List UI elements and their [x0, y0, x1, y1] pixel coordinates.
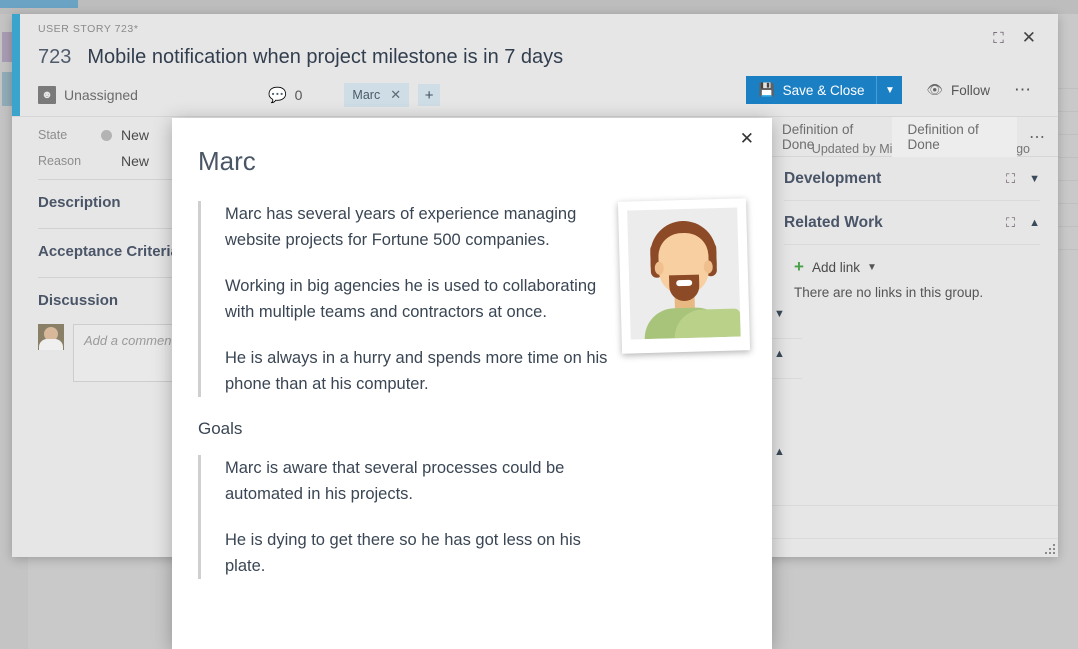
expand-icon[interactable]: ⛶ [1006, 171, 1015, 187]
background-topbar [0, 0, 1078, 14]
save-icon: 💾 [758, 82, 774, 98]
maximize-icon[interactable]: ⛶ [993, 30, 1004, 47]
group-related-work-header[interactable]: Related Work ⛶ ▲ [784, 201, 1040, 245]
save-and-close-button[interactable]: 💾 Save & Close [746, 76, 876, 104]
tab-definition-of-done-1[interactable]: Definition of Done [766, 117, 892, 157]
field-reason-label: Reason [38, 154, 101, 168]
work-item-actions: 💾 Save & Close ▼ 👁 Follow ⋯ [746, 76, 1032, 104]
collapsed-group-row[interactable] [766, 505, 1058, 539]
chevron-up-icon[interactable]: ▲ [774, 348, 785, 360]
related-work-empty-text: There are no links in this group. [794, 285, 1040, 300]
save-and-close-label: Save & Close [783, 83, 865, 98]
work-item-title[interactable]: Mobile notification when project milesto… [87, 46, 563, 69]
close-icon[interactable]: ✕ [390, 87, 401, 103]
chevron-down-icon[interactable]: ▼ [1029, 173, 1040, 185]
persona-modal: ✕ Marc Marc has several years of experie… [172, 118, 772, 649]
persona-bio-quote: Marc has several years of experience man… [198, 201, 746, 397]
plus-icon: + [794, 257, 804, 277]
chevron-up-icon[interactable]: ▲ [1029, 217, 1040, 229]
work-item-header: USER STORY 723* 723 Mobile notification … [12, 14, 1058, 116]
background-topbar-accent [0, 0, 78, 8]
tab-strip: Definition of Done Definition of Done ⋯ [766, 117, 1058, 157]
work-item-type-label: USER STORY 723* [38, 23, 1058, 35]
work-item-window-buttons: ⛶ ✕ [975, 28, 1036, 48]
add-link-label: Add link [812, 260, 860, 275]
follow-button[interactable]: 👁 Follow [926, 82, 990, 98]
persona-paragraph: Marc has several years of experience man… [225, 201, 617, 253]
work-item-title-line: 723 Mobile notification when project mil… [38, 46, 1058, 69]
ellipsis-icon[interactable]: ⋯ [1017, 117, 1058, 157]
chevron-down-icon[interactable]: ▼ [774, 308, 785, 320]
field-reason-value: New [121, 153, 149, 169]
persona-goal-paragraph: Marc is aware that several processes cou… [225, 455, 617, 507]
persona-goals-heading: Goals [198, 419, 746, 439]
chevron-up-icon[interactable]: ▲ [774, 446, 785, 458]
persona-paragraph: He is always in a hurry and spends more … [225, 345, 617, 397]
comment-count: 0 [295, 87, 303, 103]
group-development-title: Development [784, 170, 992, 188]
assigned-to-value[interactable]: Unassigned [64, 87, 138, 103]
field-state-label: State [38, 128, 101, 142]
tag-label: Marc [352, 88, 380, 102]
persona-modal-title: Marc [172, 118, 772, 177]
group-development: Development ⛶ ▼ [766, 157, 1058, 201]
comment-icon: 💬 [268, 86, 287, 104]
follow-label: Follow [951, 83, 990, 98]
persona-modal-body: Marc has several years of experience man… [172, 177, 772, 579]
eye-icon: 👁 [926, 82, 943, 98]
chevron-down-icon[interactable]: ▼ [867, 262, 877, 273]
screen-root: tio e0 e01 e01 e01 e01 e01 e01 USER STOR… [0, 0, 1078, 649]
persona-paragraph: Working in big agencies he is used to co… [225, 273, 617, 325]
work-item-right-column: Definition of Done Definition of Done ⋯ … [766, 116, 1058, 557]
comment-count-group[interactable]: 💬 0 [268, 86, 302, 104]
person-card-icon: ☻ [38, 86, 56, 104]
group-development-header[interactable]: Development ⛶ ▼ [784, 157, 1040, 201]
tab-definition-of-done-2[interactable]: Definition of Done [892, 117, 1018, 157]
resize-grip-icon[interactable] [1041, 540, 1055, 554]
plus-icon[interactable]: + [418, 84, 440, 106]
close-icon[interactable]: ✕ [740, 130, 754, 147]
field-state-value: New [121, 127, 149, 143]
ellipsis-icon[interactable]: ⋯ [1014, 80, 1032, 100]
state-dot-icon [101, 130, 112, 141]
group-related-work-title: Related Work [784, 214, 992, 232]
persona-goals-quote: Marc is aware that several processes cou… [198, 455, 746, 579]
close-icon[interactable]: ✕ [1022, 28, 1036, 48]
add-link-button[interactable]: + Add link ▼ [794, 257, 1040, 277]
avatar [38, 324, 64, 350]
expand-icon[interactable]: ⛶ [1006, 215, 1015, 231]
persona-goal-paragraph: He is dying to get there so he has got l… [225, 527, 617, 579]
work-item-id: 723 [38, 46, 71, 69]
group-related-work: Related Work ⛶ ▲ + Add link ▼ There are … [766, 201, 1058, 300]
tag-chip-marc[interactable]: Marc ✕ [344, 83, 409, 107]
chevron-down-icon[interactable]: ▼ [876, 76, 902, 104]
